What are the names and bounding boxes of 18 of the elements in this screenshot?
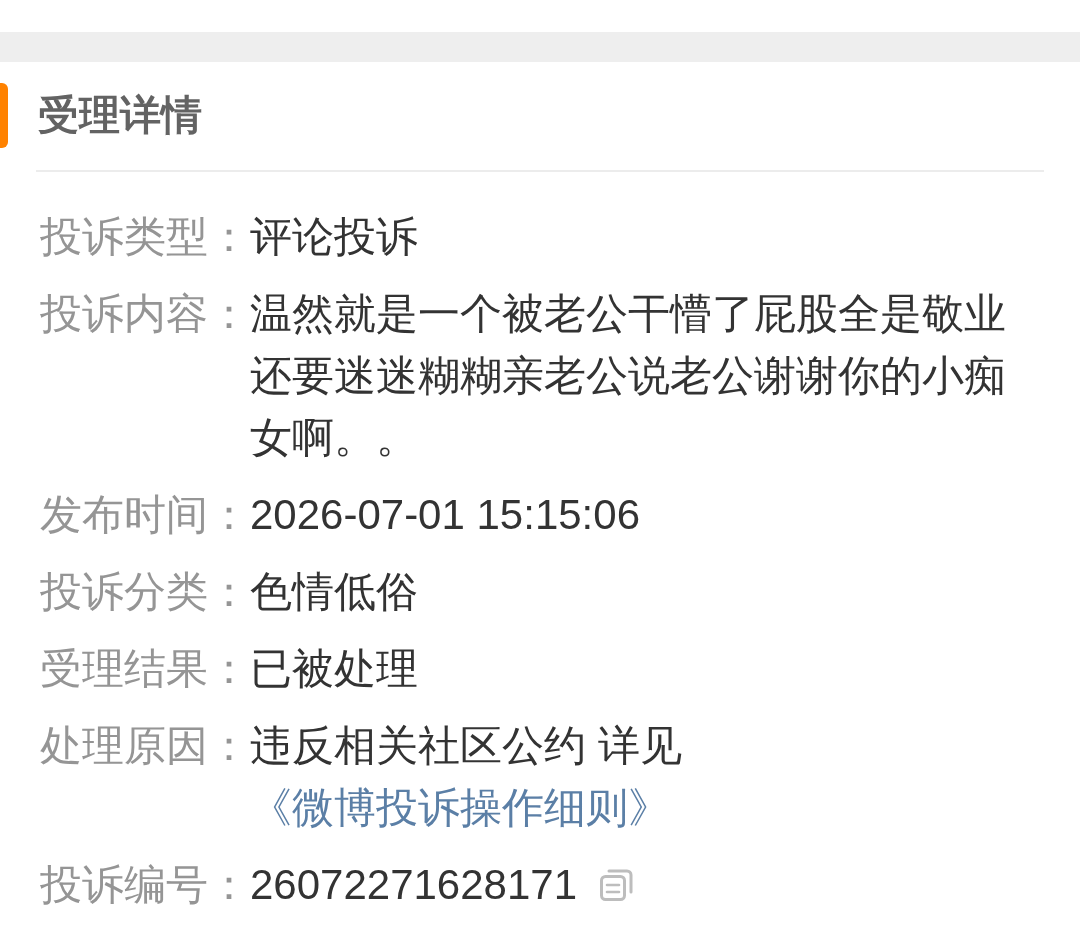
- field-label: 投诉分类：: [39, 567, 250, 617]
- field-label: 投诉内容：: [39, 289, 250, 339]
- field-value: 2026-07-01 15:15:06: [250, 490, 641, 540]
- field-value: 色情低俗: [250, 567, 419, 617]
- field-value: 评论投诉: [250, 212, 419, 262]
- field-label: 受理结果：: [39, 644, 250, 694]
- field-value: 已被处理: [250, 644, 419, 694]
- field-label: 投诉编号：: [39, 860, 250, 910]
- rules-link[interactable]: 《微博投诉操作细则》: [250, 784, 670, 831]
- copy-icon[interactable]: [599, 868, 634, 902]
- field-label: 处理原因：: [39, 721, 250, 771]
- field-label: 投诉类型：: [39, 212, 250, 262]
- field-value: 温然就是一个被老公干懵了屁股全是敬业还要迷迷糊糊亲老公说老公谢谢你的小痴女啊。。: [250, 289, 1007, 463]
- field-label: 发布时间：: [39, 490, 250, 540]
- section-title: 受理详情: [38, 91, 202, 140]
- accent-bar: [0, 83, 8, 148]
- field-value: 26072271628171: [250, 860, 578, 910]
- field-value: 违反相关社区公约 详见 《微博投诉操作细则》: [250, 721, 683, 833]
